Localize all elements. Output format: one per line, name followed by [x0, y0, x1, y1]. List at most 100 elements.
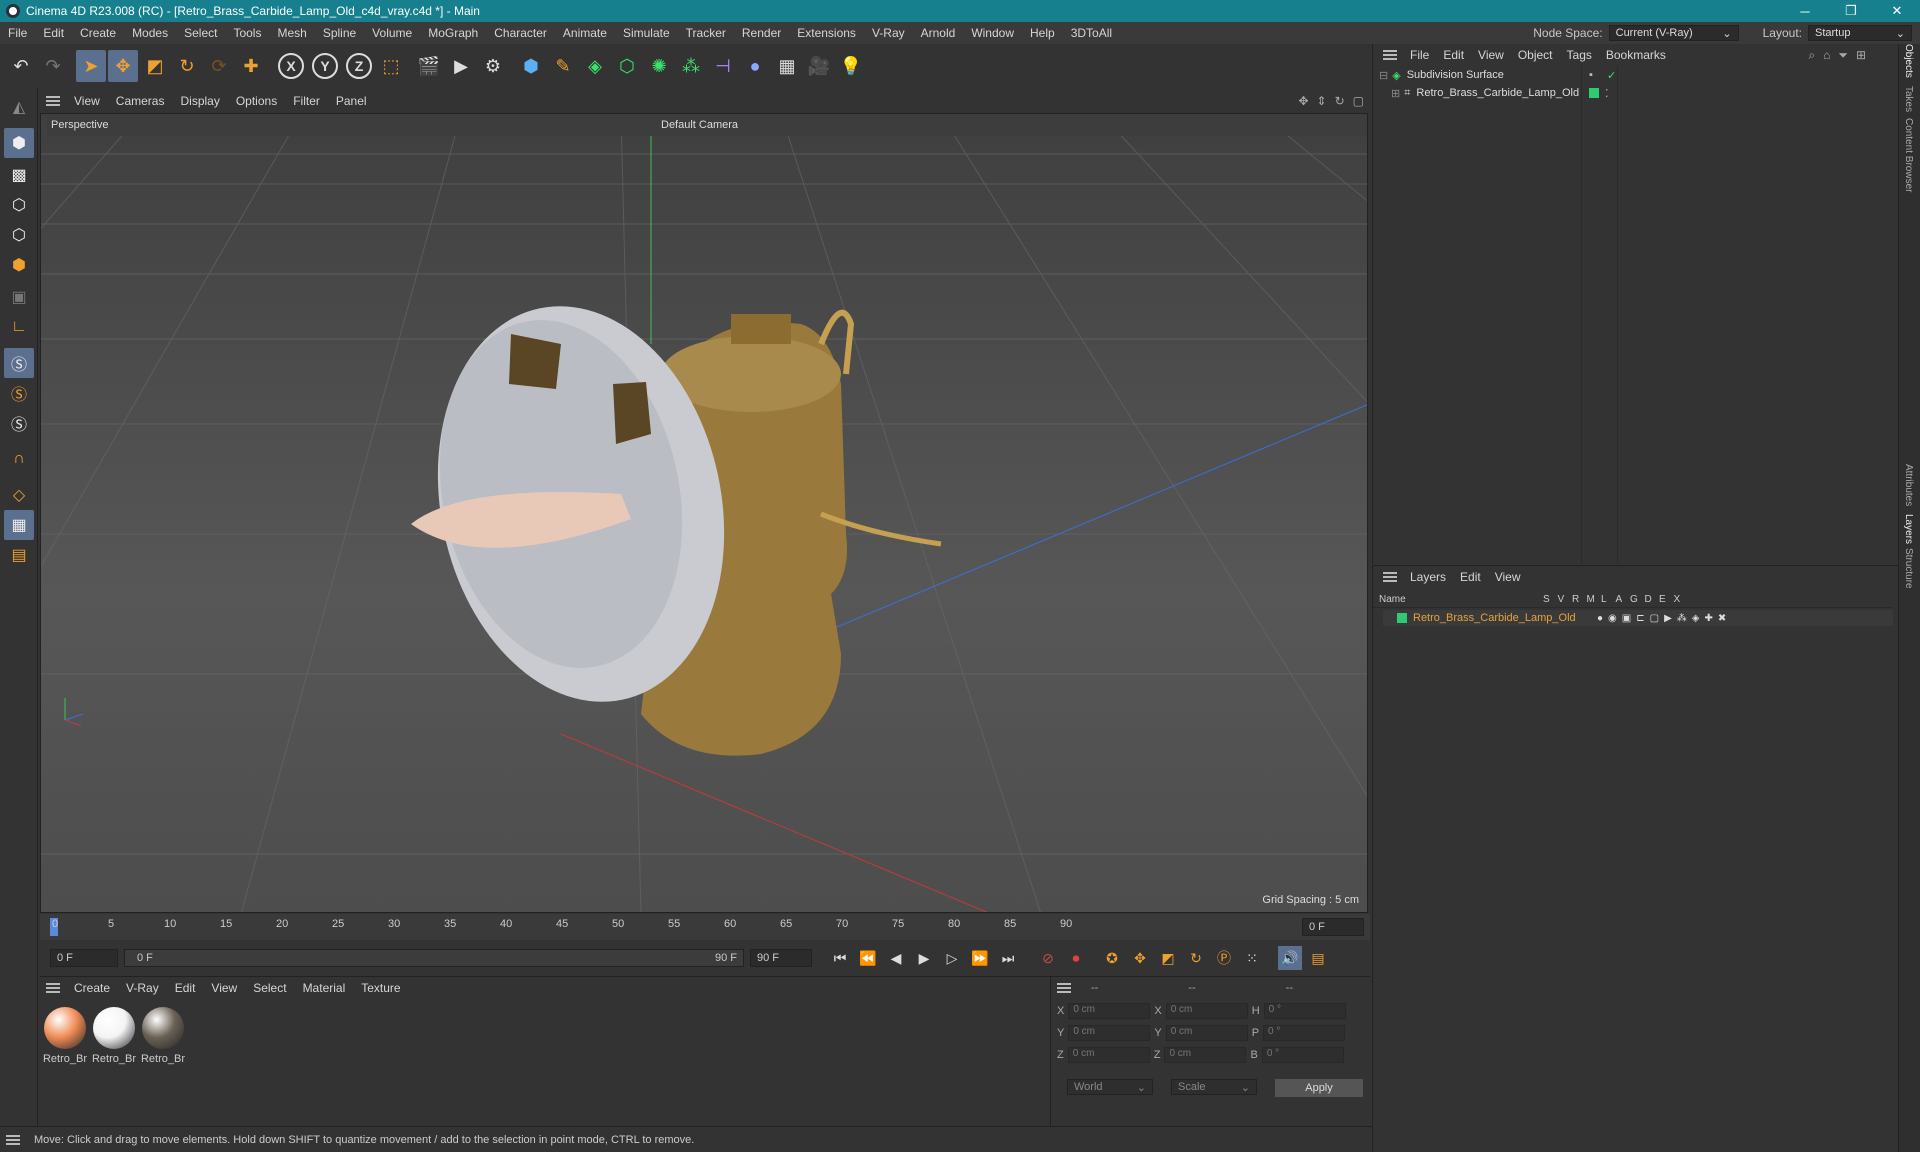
redo-icon[interactable]: ↷: [38, 50, 68, 82]
menu-item-create[interactable]: Create: [72, 26, 124, 40]
material-menu-view[interactable]: View: [203, 981, 245, 995]
quantize-icon[interactable]: Ⓢ: [4, 408, 34, 438]
layer-column-name[interactable]: Name: [1379, 594, 1406, 605]
visibility-dots-icon[interactable]: ⁚: [1605, 87, 1609, 100]
search-icon[interactable]: ⌕: [1808, 48, 1815, 63]
extrude-icon[interactable]: ⬡: [612, 50, 642, 82]
layer-column-x[interactable]: X: [1674, 594, 1681, 605]
menu-item-animate[interactable]: Animate: [555, 26, 615, 40]
array-icon[interactable]: ⁂: [676, 50, 706, 82]
layer-column-l[interactable]: L: [1601, 594, 1607, 605]
layer-menu-edit[interactable]: Edit: [1453, 570, 1488, 584]
viewport-menu-options[interactable]: Options: [228, 94, 285, 108]
object-menu-object[interactable]: Object: [1511, 48, 1560, 62]
coord-value-field[interactable]: 0 cm: [1068, 1025, 1151, 1041]
material-swatch[interactable]: Retro_Br: [42, 1007, 88, 1065]
coordinates-menu-icon[interactable]: [1057, 983, 1071, 993]
make-editable-icon[interactable]: ◭: [4, 92, 34, 122]
menu-item-3dtoall[interactable]: 3DToAll: [1063, 26, 1120, 40]
autokey-icon[interactable]: ⏺: [1064, 946, 1088, 970]
menu-item-file[interactable]: File: [0, 26, 35, 40]
keyframe-selection-icon[interactable]: ✪: [1100, 946, 1124, 970]
carbide-lamp-model[interactable]: [402, 279, 942, 756]
perspective-viewport[interactable]: Perspective Default Camera Grid Spacing …: [40, 113, 1368, 913]
go-to-end-icon[interactable]: ⏭: [996, 946, 1020, 970]
menu-item-tracker[interactable]: Tracker: [678, 26, 734, 40]
apply-button[interactable]: Apply: [1275, 1079, 1363, 1097]
next-key-icon[interactable]: ⏩: [968, 946, 992, 970]
floor-icon[interactable]: ▦: [772, 50, 802, 82]
material-menu-create[interactable]: Create: [66, 981, 118, 995]
zoom-view-icon[interactable]: ⇕: [1317, 94, 1327, 108]
layer-column-d[interactable]: D: [1645, 594, 1652, 605]
play-icon[interactable]: ▶: [912, 946, 936, 970]
camera-icon[interactable]: 🎥: [804, 50, 834, 82]
edge-mode-icon[interactable]: ⬡: [4, 220, 34, 250]
timeline-window-icon[interactable]: ▤: [1306, 946, 1330, 970]
live-selection-icon[interactable]: ➤: [76, 50, 106, 82]
tree-toggle-icon[interactable]: ⊟: [1379, 69, 1388, 82]
object-menu-bookmarks[interactable]: Bookmarks: [1599, 48, 1673, 62]
status-menu-icon[interactable]: [6, 1134, 20, 1145]
material-swatch[interactable]: Retro_Br: [140, 1007, 186, 1065]
frame-range-slider[interactable]: 0 F 90 F: [124, 949, 744, 967]
minimize-button[interactable]: ─: [1782, 0, 1828, 22]
solo-icon[interactable]: ●: [1597, 613, 1603, 624]
visibility-toggle-icon[interactable]: ▪: [1589, 69, 1593, 81]
texture-mode-icon[interactable]: ▩: [4, 160, 34, 190]
workplane-icon[interactable]: ◇: [4, 480, 34, 510]
viewport-menu-display[interactable]: Display: [172, 94, 227, 108]
menu-item-modes[interactable]: Modes: [124, 26, 176, 40]
animation-icon[interactable]: ▶: [1664, 613, 1672, 624]
xref-icon[interactable]: ✖: [1718, 613, 1726, 624]
timeline-ruler[interactable]: 0 F 0 5 10 15 20 25 30 35 40 45 50 55 60 65 70 75 80 85 90: [40, 914, 1370, 940]
deformer-icon[interactable]: ⊣: [708, 50, 738, 82]
layer-column-r[interactable]: R: [1572, 594, 1579, 605]
layer-color-swatch[interactable]: [1397, 613, 1407, 623]
end-frame-field[interactable]: 90 F: [750, 949, 812, 967]
x-axis-lock-icon[interactable]: X: [278, 53, 304, 79]
layer-row[interactable]: Retro_Brass_Carbide_Lamp_Old ● ◉ ▣ ⊏ ▢ ▶ ⁂ ◈ ✚ ✖: [1383, 610, 1893, 626]
previous-key-icon[interactable]: ⏪: [856, 946, 880, 970]
menu-item-extensions[interactable]: Extensions: [789, 26, 864, 40]
deformers-icon[interactable]: ◈: [1692, 613, 1700, 624]
material-menu-texture[interactable]: Texture: [353, 981, 408, 995]
layer-column-m[interactable]: M: [1587, 594, 1595, 605]
light-icon[interactable]: 💡: [836, 50, 866, 82]
workplane-lock-icon[interactable]: ▤: [4, 540, 34, 570]
uv-mode-icon[interactable]: ▣: [4, 282, 34, 312]
grid-icon[interactable]: ▦: [4, 510, 34, 540]
go-to-start-icon[interactable]: ⏮: [828, 946, 852, 970]
menu-item-volume[interactable]: Volume: [364, 26, 420, 40]
menu-item-help[interactable]: Help: [1022, 26, 1063, 40]
generators-icon[interactable]: ⁂: [1677, 613, 1687, 624]
layer-column-a[interactable]: A: [1616, 594, 1623, 605]
rotation-key-icon[interactable]: ↻: [1184, 946, 1208, 970]
coord-value-field[interactable]: 0 cm: [1165, 1003, 1248, 1019]
close-button[interactable]: ✕: [1874, 0, 1920, 22]
side-tab-objects[interactable]: Objects: [1903, 44, 1914, 78]
material-menu-select[interactable]: Select: [245, 981, 294, 995]
snap-settings-icon[interactable]: Ⓢ: [4, 378, 34, 408]
material-swatch[interactable]: Retro_Br: [91, 1007, 137, 1065]
scale-tool-icon[interactable]: ◩: [140, 50, 170, 82]
side-tab-layers[interactable]: Layers: [1903, 514, 1914, 544]
view-icon[interactable]: ◉: [1608, 613, 1617, 624]
viewport-menu-cameras[interactable]: Cameras: [108, 94, 173, 108]
add-tool-icon[interactable]: ✚: [236, 50, 266, 82]
menu-item-simulate[interactable]: Simulate: [615, 26, 678, 40]
coord-value-field[interactable]: 0 cm: [1164, 1047, 1247, 1063]
subdivision-surface-icon[interactable]: ◈: [580, 50, 610, 82]
transform-tool-icon[interactable]: ⟳: [204, 50, 234, 82]
menu-item-window[interactable]: Window: [963, 26, 1022, 40]
home-icon[interactable]: ⌂: [1823, 48, 1830, 63]
cube-object-icon[interactable]: ⬢: [516, 50, 546, 82]
render-settings-icon[interactable]: ⚙: [478, 50, 508, 82]
rotate-view-icon[interactable]: ↻: [1335, 94, 1345, 108]
object-menu-tags[interactable]: Tags: [1560, 48, 1599, 62]
viewport-menu-filter[interactable]: Filter: [285, 94, 328, 108]
mograph-cloner-icon[interactable]: ✺: [644, 50, 674, 82]
move-view-icon[interactable]: ✥: [1298, 94, 1308, 108]
record-icon[interactable]: ⊘: [1036, 946, 1060, 970]
new-window-icon[interactable]: ⊞: [1856, 48, 1866, 63]
